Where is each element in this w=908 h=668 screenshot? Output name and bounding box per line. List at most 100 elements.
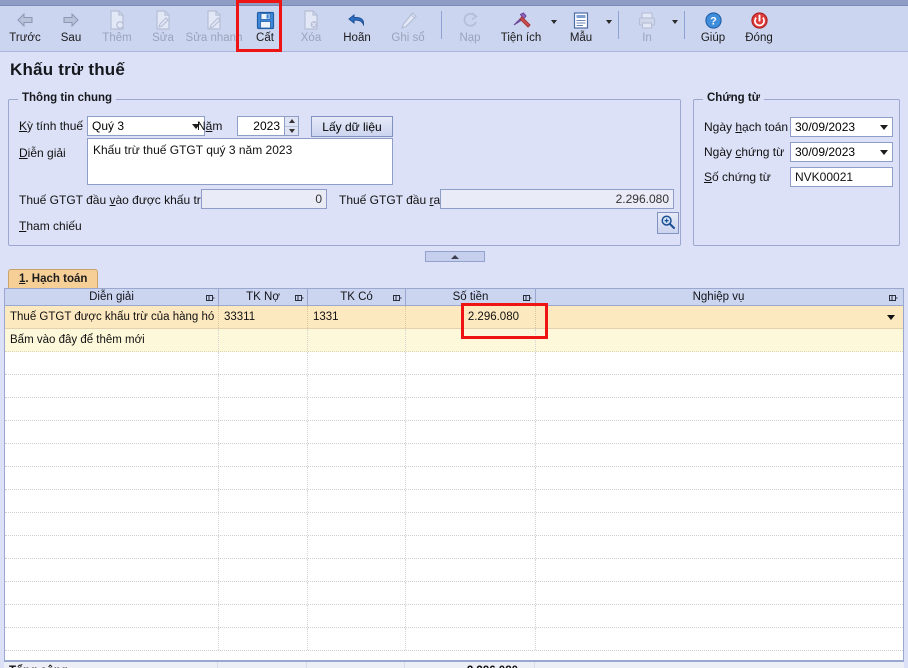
toolbar-button-sua[interactable]: Sửa (140, 6, 186, 51)
grid-column-header[interactable]: Số tiền (406, 289, 536, 305)
tab-hach-toan[interactable]: 1. Hạch toán (8, 269, 99, 288)
table-row[interactable] (5, 628, 903, 651)
table-cell[interactable] (406, 628, 536, 650)
table-cell[interactable] (308, 467, 406, 489)
grid-column-header[interactable]: Diễn giải (5, 289, 219, 305)
table-cell[interactable]: 1331 (308, 306, 406, 328)
column-filter-pin-icon[interactable] (393, 293, 402, 301)
table-cell[interactable] (536, 582, 901, 604)
toolbar-button-ghi-so[interactable]: Ghi sổ (380, 6, 436, 51)
table-row[interactable] (5, 490, 903, 513)
grid-column-header[interactable]: Nghiệp vụ (536, 289, 901, 305)
table-cell[interactable] (536, 467, 901, 489)
table-cell[interactable] (219, 536, 308, 558)
year-spin-buttons[interactable] (284, 117, 298, 135)
column-filter-pin-icon[interactable] (523, 293, 532, 301)
table-cell[interactable] (5, 513, 219, 535)
table-cell[interactable] (219, 628, 308, 650)
mau-dropdown-arrow[interactable] (604, 6, 613, 51)
table-cell[interactable]: Bấm vào đây để thêm mới (5, 329, 219, 351)
table-row[interactable] (5, 513, 903, 536)
table-cell[interactable] (536, 375, 901, 397)
table-cell[interactable] (308, 421, 406, 443)
table-cell[interactable] (406, 444, 536, 466)
table-cell[interactable] (308, 352, 406, 374)
table-cell[interactable] (5, 490, 219, 512)
table-cell[interactable] (219, 444, 308, 466)
table-cell[interactable] (308, 536, 406, 558)
toolbar-button-sua-nhanh[interactable]: Sửa nhanh (186, 6, 242, 51)
table-row[interactable] (5, 398, 903, 421)
table-cell[interactable] (308, 582, 406, 604)
column-filter-pin-icon[interactable] (889, 293, 898, 301)
table-row[interactable] (5, 421, 903, 444)
toolbar-button-hoan[interactable]: Hoãn (334, 6, 380, 51)
grid-column-header[interactable]: TK Nợ (219, 289, 308, 305)
panel-collapse-splitter[interactable] (425, 251, 485, 262)
toolbar-button-nap[interactable]: Nạp (447, 6, 493, 51)
table-row[interactable] (5, 467, 903, 490)
column-filter-pin-icon[interactable] (295, 293, 304, 301)
table-cell[interactable] (219, 329, 308, 351)
table-cell[interactable] (406, 352, 536, 374)
table-cell[interactable] (308, 628, 406, 650)
table-cell[interactable] (406, 605, 536, 627)
table-cell[interactable] (5, 375, 219, 397)
toolbar-button-dong[interactable]: Đóng (736, 6, 782, 51)
table-cell[interactable] (406, 467, 536, 489)
table-cell[interactable] (5, 582, 219, 604)
voucher-no-field[interactable]: NVK00021 (790, 167, 893, 187)
output-tax-field[interactable]: 2.296.080 (440, 189, 674, 209)
table-cell[interactable] (536, 306, 901, 328)
table-cell[interactable] (536, 444, 901, 466)
table-row[interactable]: Bấm vào đây để thêm mới (5, 329, 903, 352)
cell-dropdown-icon[interactable] (887, 315, 895, 320)
toolbar-button-giup[interactable]: ? Giúp (690, 6, 736, 51)
table-cell[interactable] (536, 628, 901, 650)
grid-column-header[interactable]: TK Có (308, 289, 406, 305)
year-spin-up[interactable] (285, 117, 298, 127)
column-filter-pin-icon[interactable] (206, 293, 215, 301)
table-cell[interactable] (406, 421, 536, 443)
table-cell[interactable] (5, 605, 219, 627)
table-cell[interactable] (219, 513, 308, 535)
table-cell[interactable] (536, 421, 901, 443)
table-cell[interactable] (219, 352, 308, 374)
table-cell[interactable] (308, 513, 406, 535)
table-row[interactable]: Thuế GTGT được khấu trừ của hàng hó 33311… (5, 306, 903, 329)
year-spinner[interactable]: 2023 (237, 116, 299, 136)
table-cell[interactable]: Thuế GTGT được khấu trừ của hàng hó (5, 306, 219, 328)
table-cell[interactable] (308, 490, 406, 512)
table-cell[interactable] (5, 628, 219, 650)
toolbar-button-in[interactable]: In (624, 6, 670, 51)
table-cell[interactable] (5, 444, 219, 466)
toolbar-button-cat[interactable]: Cất (242, 6, 288, 51)
table-cell[interactable] (219, 398, 308, 420)
table-cell[interactable] (5, 536, 219, 558)
table-cell[interactable] (536, 490, 901, 512)
table-cell[interactable] (308, 559, 406, 581)
table-cell[interactable] (406, 559, 536, 581)
table-cell[interactable] (406, 490, 536, 512)
input-tax-field[interactable]: 0 (201, 189, 327, 209)
tien-ich-dropdown-arrow[interactable] (549, 6, 558, 51)
toolbar-button-sau[interactable]: Sau (48, 6, 94, 51)
table-cell[interactable] (219, 467, 308, 489)
table-cell[interactable]: 33311 (219, 306, 308, 328)
table-row[interactable] (5, 605, 903, 628)
table-cell[interactable] (406, 513, 536, 535)
table-row[interactable] (5, 375, 903, 398)
table-cell[interactable] (5, 352, 219, 374)
table-cell[interactable] (5, 559, 219, 581)
table-cell[interactable] (219, 582, 308, 604)
table-cell[interactable] (219, 375, 308, 397)
table-cell[interactable] (536, 513, 901, 535)
table-cell[interactable] (406, 398, 536, 420)
table-cell[interactable] (406, 375, 536, 397)
table-cell[interactable] (308, 329, 406, 351)
table-cell[interactable] (5, 421, 219, 443)
table-cell[interactable] (5, 467, 219, 489)
reference-zoom-button[interactable] (657, 212, 679, 234)
table-cell[interactable] (308, 605, 406, 627)
voucher-date-picker[interactable]: 30/09/2023 (790, 142, 893, 162)
